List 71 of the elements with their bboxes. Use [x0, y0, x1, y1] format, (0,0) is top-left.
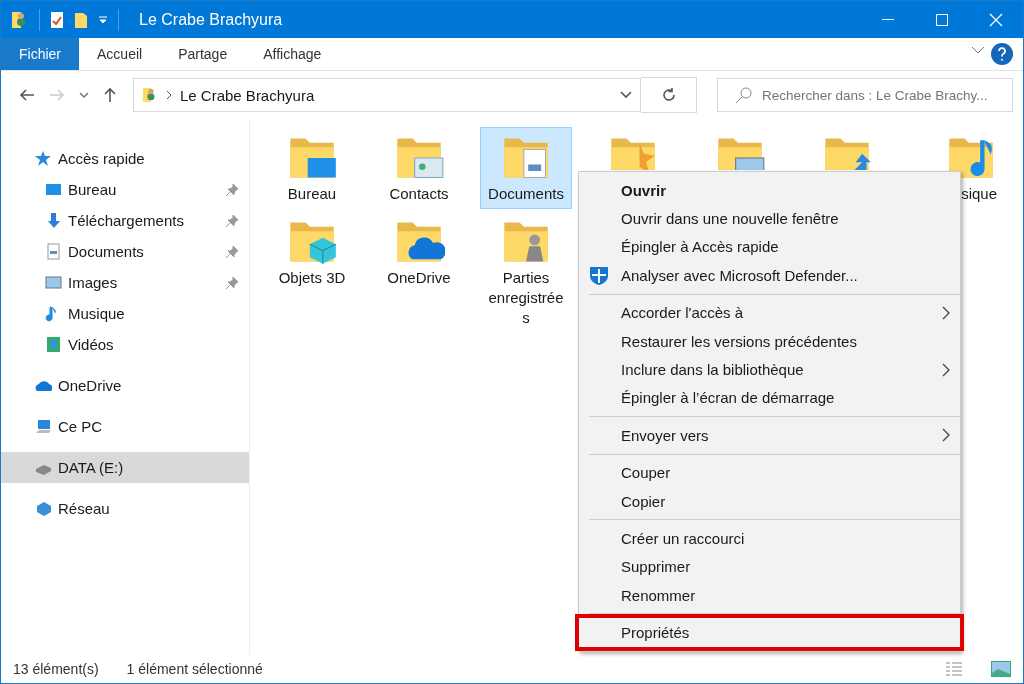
sidebar-item[interactable]: Musique: [1, 298, 249, 329]
selection-count: 1 élément sélectionné: [126, 661, 263, 677]
sidebar-item[interactable]: Images: [1, 267, 249, 298]
chevron-icon[interactable]: [166, 90, 172, 100]
sidebar-item[interactable]: Documents: [1, 236, 249, 267]
search-field[interactable]: Rechercher dans : Le Crabe Brachy...: [717, 78, 1013, 112]
sidebar-item[interactable]: DATA (E:): [1, 452, 249, 483]
menu-item[interactable]: Couper: [579, 458, 960, 487]
item-count: 13 élément(s): [13, 661, 99, 677]
folder-label: Parties enregistrée s: [487, 268, 565, 328]
folder-item[interactable]: Contacts: [373, 127, 465, 209]
maximize-icon: [936, 13, 948, 26]
menu-item[interactable]: Inclure dans la bibliothèque: [579, 355, 960, 384]
menu-item[interactable]: Épingler à l’écran de démarrage: [579, 383, 960, 413]
properties-icon[interactable]: [50, 10, 64, 29]
window-title: Le Crabe Brachyura: [139, 10, 284, 29]
ribbon-tab[interactable]: Fichier: [1, 38, 79, 70]
menu-item[interactable]: Envoyer vers: [579, 421, 960, 450]
folder-item[interactable]: Objets 3D: [266, 211, 358, 333]
download-icon: [45, 212, 62, 229]
refresh-button[interactable]: [641, 77, 697, 113]
sidebar-item[interactable]: Accès rapide: [1, 143, 249, 174]
ribbon-tab[interactable]: Partage: [160, 38, 246, 70]
folder-label: Documents: [488, 184, 564, 204]
refresh-icon: [660, 87, 677, 103]
computer-icon: [35, 418, 52, 435]
menu-item[interactable]: Copier: [579, 486, 960, 516]
menu-item[interactable]: Supprimer: [579, 552, 960, 582]
star-icon: [35, 150, 52, 167]
help-icon[interactable]: [991, 43, 1013, 65]
folder-label: Contacts: [389, 184, 449, 204]
menu-item[interactable]: Renommer: [579, 581, 960, 610]
sidebar-item[interactable]: Ce PC: [1, 411, 249, 442]
folder-item[interactable]: Bureau: [266, 127, 358, 209]
folder-item[interactable]: OneDrive: [373, 211, 465, 333]
pin-icon[interactable]: [225, 182, 239, 197]
folder-label: OneDrive: [387, 268, 451, 288]
pin-icon[interactable]: [225, 213, 239, 228]
desktop-icon: [45, 181, 62, 198]
folder-item[interactable]: Documents: [480, 127, 572, 209]
search-icon: [735, 86, 753, 104]
menu-item[interactable]: Restaurer les versions précédentes: [579, 326, 960, 356]
close-icon: [989, 12, 1003, 27]
folder-label: Objets 3D: [278, 268, 346, 288]
address-bar[interactable]: Le Crabe Brachyura: [133, 78, 641, 112]
pin-icon[interactable]: [225, 275, 239, 290]
minimize-icon: [882, 18, 894, 21]
folder-item[interactable]: Parties enregistrée s: [480, 211, 572, 333]
pin-icon[interactable]: [225, 244, 239, 259]
expand-ribbon-icon[interactable]: [971, 46, 985, 54]
sidebar-item[interactable]: Téléchargements: [1, 205, 249, 236]
details-view-icon[interactable]: [945, 661, 963, 677]
menu-item[interactable]: Créer un raccourci: [579, 524, 960, 553]
sidebar-item[interactable]: Vidéos: [1, 329, 249, 360]
folder-label: sique: [961, 184, 997, 204]
menu-item[interactable]: Épingler à Accès rapide: [579, 232, 960, 262]
ribbon-tab[interactable]: Affichage: [245, 38, 340, 70]
menu-item[interactable]: Analyser avec Microsoft Defender...: [579, 261, 960, 290]
sidebar-item[interactable]: Réseau: [1, 493, 249, 524]
new-folder-icon[interactable]: [74, 10, 88, 29]
sidebar-item[interactable]: OneDrive: [1, 370, 249, 401]
ribbon-tab[interactable]: Accueil: [79, 38, 161, 70]
dropdown-icon[interactable]: [620, 91, 632, 99]
large-icons-view-icon[interactable]: [991, 661, 1011, 677]
sidebar-item[interactable]: Bureau: [1, 174, 249, 205]
network-icon: [35, 500, 52, 517]
document-icon: [45, 243, 62, 260]
film-icon: [45, 336, 62, 353]
menu-item[interactable]: Accorder l'accès à: [579, 298, 960, 327]
picture-icon: [45, 274, 62, 291]
folder-label: Bureau: [287, 184, 337, 204]
